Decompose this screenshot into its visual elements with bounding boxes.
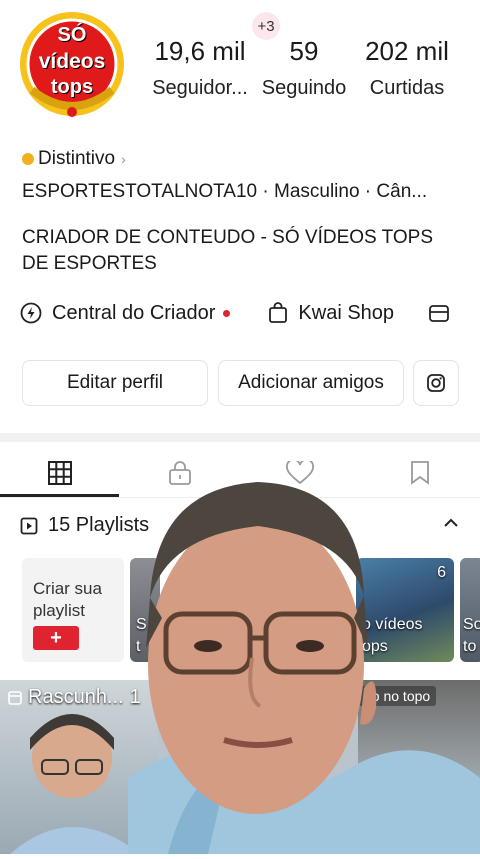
edit-profile-button[interactable]: Editar perfil [22, 360, 208, 406]
profile-avatar[interactable]: SÓ vídeos tops [18, 10, 126, 122]
profile-info-line[interactable]: ESPORTESTOTALNOTA10 · Masculino · Cân... [22, 181, 472, 203]
likes-label: Curtidas [369, 77, 445, 99]
new-indicator-dot [223, 309, 231, 317]
person-image [128, 482, 480, 854]
badge-label: Distintivo [38, 148, 116, 169]
creator-row: Central do Criador Kwai Shop [20, 298, 450, 328]
kwai-shop-label: Kwai Shop [298, 301, 395, 324]
lightning-icon [20, 302, 42, 324]
creator-center-link[interactable]: Central do Criador [20, 301, 231, 325]
followers-label: Seguidor... [152, 77, 248, 99]
following-count: 59 [289, 36, 319, 66]
kwai-shop-link[interactable]: Kwai Shop [268, 302, 394, 325]
instagram-icon [427, 374, 445, 392]
badge-row[interactable]: Distintivo › [22, 148, 126, 170]
store-link[interactable] [428, 303, 450, 323]
avatar-text-line2: vídeos [38, 50, 106, 73]
section-divider [0, 433, 480, 442]
following-stat[interactable]: 59 Seguindo [256, 36, 352, 100]
draft-icon [8, 690, 22, 705]
shopping-bag-icon [269, 302, 288, 323]
likes-count: 202 mil [365, 36, 449, 66]
badge-icon [22, 153, 34, 165]
profile-bio: CRIADOR DE CONTEUDO - SÓ VÍDEOS TOPS DE … [22, 227, 434, 274]
grid-icon [48, 461, 72, 485]
followers-count: 19,6 mil [154, 36, 246, 66]
likes-stat[interactable]: 202 mil Curtidas [356, 36, 458, 100]
draft-label-text: Rascunh... [28, 686, 124, 708]
instagram-button[interactable] [413, 360, 459, 406]
draft-label: Rascunh... 1 [8, 686, 141, 709]
chevron-right-icon: › [121, 151, 126, 167]
add-friends-button[interactable]: Adicionar amigos [218, 360, 404, 406]
store-icon [429, 305, 449, 322]
following-label: Seguindo [261, 77, 347, 99]
webcam-overlay [128, 478, 480, 854]
creator-center-label: Central do Criador [52, 301, 216, 324]
tab-grid[interactable] [0, 450, 120, 496]
create-playlist-label: Criar sua playlist [33, 579, 102, 620]
followers-stat[interactable]: 19,6 mil Seguidor... [146, 36, 254, 100]
create-playlist-card[interactable]: Criar sua playlist + [22, 558, 124, 662]
playlist-icon [20, 517, 38, 534]
avatar-text-line3: tops [50, 76, 94, 98]
avatar-text-line1: SÓ [57, 24, 87, 46]
create-playlist-plus-button[interactable]: + [33, 626, 79, 650]
